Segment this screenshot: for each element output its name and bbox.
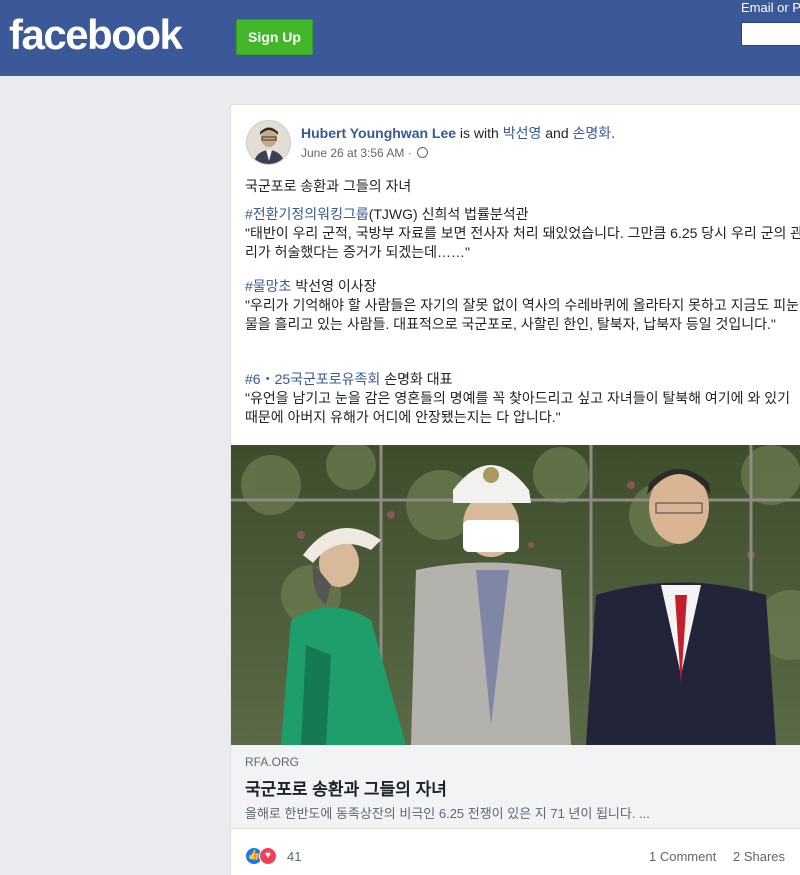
author-name[interactable]: Hubert Younghwan Lee [301,125,456,141]
p3-quote: "유언을 남기고 눈을 감은 영혼들의 명예를 꼭 찾아드리고 싶고 자녀들이 … [245,390,790,425]
hashtag-tjwg[interactable]: #전환기정의워킹그룹 [245,206,369,222]
post-card: Hubert Younghwan Lee is with 박선영 and 손명화… [230,104,800,875]
love-reaction-icon: ♥ [259,847,277,865]
p1-quote: "태반이 우리 군적, 국방부 자료를 보면 전사자 처리 돼있었습니다. 그만… [245,225,800,260]
tagged-user-2[interactable]: 손명화 [573,125,612,141]
top-navbar: facebook Sign Up Email or P [0,0,800,76]
link-preview-meta[interactable]: RFA.ORG 국군포로 송환과 그들의 자녀 올해로 한반도에 동족상잔의 비… [231,745,800,829]
link-domain: RFA.ORG [245,755,300,769]
shares-count[interactable]: 2 Shares [733,849,785,864]
email-field[interactable] [741,22,800,46]
paragraph-2: #물망초 박선영 이사장 "우리가 기억해야 할 사람들은 자기의 잘못 없이 … [245,277,800,334]
post-meta: June 26 at 3:56 AM · [301,146,429,160]
reaction-count[interactable]: 41 [287,849,301,864]
p2-speaker: 박선영 이사장 [291,278,377,294]
link-description: 올해로 한반도에 동족상잔의 비극인 6.25 전쟁이 있은 지 71 년이 됩… [245,806,650,821]
period-text: . [611,125,616,141]
signup-button[interactable]: Sign Up [236,19,313,55]
p2-quote: "우리가 기억해야 할 사람들은 자기의 잘못 없이 역사의 수레바퀴에 올라타… [245,297,799,332]
p1-speaker: (TJWG) 신희석 법률분석관 [368,206,529,222]
link-preview-image[interactable] [231,445,800,745]
author-avatar[interactable] [246,120,291,165]
post-date[interactable]: June 26 at 3:56 AM · [301,146,415,160]
post-header: Hubert Younghwan Lee is with 박선영 and 손명화… [301,123,615,143]
paragraph-1: #전환기정의워킹그룹(TJWG) 신희석 법률분석관 "태반이 우리 군적, 국… [245,205,800,262]
email-label: Email or P [741,0,800,15]
hashtag-pow-families[interactable]: #6・25국군포로유족회 [245,371,380,387]
p3-speaker: 손명화 대표 [380,371,453,387]
and-text: and [541,125,573,141]
link-title[interactable]: 국군포로 송환과 그들의 자녀 [245,775,447,800]
with-text: is with [456,125,503,141]
tagged-user-1[interactable]: 박선영 [503,125,542,141]
facebook-logo[interactable]: facebook [9,11,183,59]
hashtag-mulmangcho[interactable]: #물망초 [245,278,291,294]
globe-icon [417,147,429,158]
post-title-text: 국군포로 송환과 그들의 자녀 [245,178,412,194]
paragraph-3: #6・25국군포로유족회 손명화 대표 "유언을 남기고 눈을 감은 영혼들의 … [245,370,800,427]
comments-count[interactable]: 1 Comment [649,849,716,864]
